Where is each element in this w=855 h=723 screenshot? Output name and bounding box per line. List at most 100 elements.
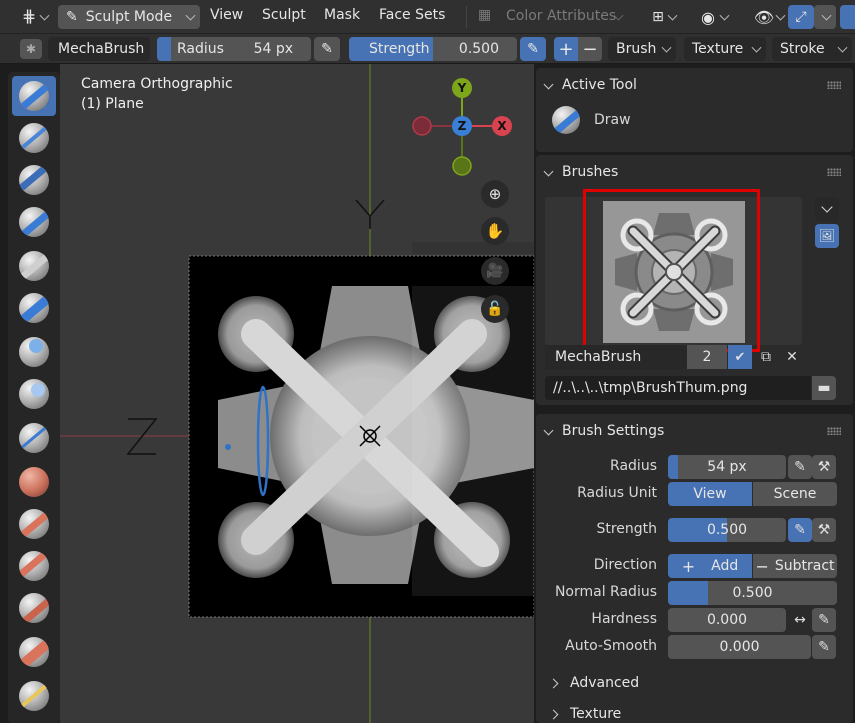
tool-multiplane-scrape[interactable]: [12, 632, 56, 672]
tool-clay-strips[interactable]: [12, 202, 56, 242]
radius-field[interactable]: 54 px: [668, 455, 786, 479]
duplicate-brush-button[interactable]: ⧉: [754, 345, 778, 369]
drag-handle-icon[interactable]: [827, 427, 841, 435]
tool-scrape[interactable]: [12, 588, 56, 628]
direction-subtract-label: Subtract: [774, 558, 835, 574]
3d-viewport[interactable]: Camera Orthographic (1) Plane Y Z X ⊕ ✋ …: [60, 64, 534, 723]
brush-settings-title[interactable]: Brush Settings: [562, 423, 664, 439]
radius-unit-scene[interactable]: Scene: [753, 482, 837, 506]
pen-pressure-icon: ✎: [818, 612, 830, 628]
collapse-chevron-icon[interactable]: [543, 425, 554, 436]
advanced-subpanel[interactable]: Advanced: [546, 672, 836, 696]
direction-subtract[interactable]: − Subtract: [753, 554, 837, 578]
direction-subtract-button[interactable]: −: [578, 37, 602, 61]
brush-name-field[interactable]: MechaBrush: [48, 37, 150, 61]
normal-radius-value: 0.500: [732, 585, 773, 601]
gizmo-y-label: Y: [457, 81, 467, 95]
gizmo-z-label: Z: [457, 119, 467, 133]
browse-file-button[interactable]: ▬: [812, 376, 836, 400]
brush-users-count[interactable]: 2: [687, 345, 727, 369]
strength-pressure-button[interactable]: ✎: [520, 37, 546, 61]
radius-label: Radius: [177, 41, 224, 57]
users-count-text: 2: [702, 349, 712, 365]
tool-layer[interactable]: [12, 288, 56, 328]
gizmo-z-axis[interactable]: Z: [452, 116, 472, 136]
auto-smooth-pressure-button[interactable]: ✎: [812, 635, 836, 659]
texture-subpanel[interactable]: Texture: [546, 703, 836, 723]
camera-view-button[interactable]: 🎥: [481, 257, 509, 285]
tool-crease[interactable]: [12, 418, 56, 458]
pan-button[interactable]: ✋: [481, 217, 509, 245]
unlink-brush-button[interactable]: ✕: [780, 345, 804, 369]
auto-smooth-field[interactable]: 0.000: [668, 635, 811, 659]
tool-properties-panel: Active Tool Draw Brushes 🖼 MechaBrush 2 …: [534, 64, 855, 723]
radius-slider[interactable]: Radius 54 px: [157, 37, 311, 61]
shading-button[interactable]: ◉: [684, 5, 732, 29]
camera-icon: 🎥: [486, 263, 504, 279]
brush-preview-thumb[interactable]: ✱: [20, 39, 42, 59]
brushes-title[interactable]: Brushes: [562, 164, 618, 180]
menu-mask[interactable]: Mask: [324, 7, 360, 23]
tool-draw[interactable]: [12, 76, 56, 116]
hardness-pressure-button[interactable]: ✎: [812, 608, 836, 632]
direction-add[interactable]: + Add: [668, 554, 752, 578]
menu-face-sets[interactable]: Face Sets: [379, 7, 445, 23]
radius-unit-view[interactable]: View: [668, 482, 752, 506]
texture-menu[interactable]: Texture: [684, 37, 766, 61]
drag-handle-icon[interactable]: [827, 168, 841, 176]
view-name-overlay: Camera Orthographic (1) Plane: [81, 76, 233, 112]
brush-image-button[interactable]: 🖼: [815, 224, 839, 248]
gizmo-y-axis[interactable]: Y: [452, 78, 472, 98]
editor-type-button[interactable]: ⋕: [6, 5, 52, 29]
gizmo-dropdown[interactable]: [814, 5, 836, 29]
tool-draw-sharp[interactable]: [12, 118, 56, 158]
hardness-field[interactable]: 0.000: [668, 608, 786, 632]
brush-menu[interactable]: Brush: [608, 37, 676, 61]
color-attributes-dropdown[interactable]: ▦ Color Attributes: [478, 5, 628, 29]
lock-camera-button[interactable]: 🔓: [481, 295, 509, 323]
brush-name-text: MechaBrush: [555, 349, 642, 365]
tool-clay[interactable]: [12, 160, 56, 200]
stroke-menu[interactable]: Stroke: [772, 37, 852, 61]
fake-user-button[interactable]: ✔: [728, 345, 752, 369]
radius-pressure-button[interactable]: ✎: [314, 37, 340, 61]
radius-pressure-button[interactable]: ✎: [788, 455, 812, 479]
tool-inflate[interactable]: [12, 332, 56, 372]
symmetry-button[interactable]: ⊞: [638, 5, 678, 29]
menu-sculpt[interactable]: Sculpt: [262, 7, 306, 23]
tool-smooth[interactable]: [12, 462, 56, 502]
strength-unified-button[interactable]: ⚒: [812, 518, 836, 542]
strength-field[interactable]: 0.500: [668, 518, 786, 542]
clay-strips-icon: [19, 207, 49, 237]
brush-list-toggle[interactable]: [815, 197, 839, 221]
tool-blob[interactable]: [12, 374, 56, 414]
color-attributes-label: Color Attributes: [506, 8, 617, 24]
strength-pressure-button[interactable]: ✎: [788, 518, 812, 542]
collapse-chevron-icon[interactable]: [543, 166, 554, 177]
normal-radius-field[interactable]: 0.500: [668, 581, 837, 605]
zoom-button[interactable]: ⊕: [481, 180, 509, 208]
direction-add-button[interactable]: +: [554, 37, 578, 61]
hardness-invert-button[interactable]: ↔: [788, 608, 812, 632]
brush-name-field[interactable]: MechaBrush: [545, 345, 687, 369]
brush-image-path-field[interactable]: //..\..\..\tmp\BrushThum.png: [545, 376, 811, 400]
overlay-toggle-button[interactable]: [840, 5, 855, 29]
radius-unified-button[interactable]: ⚒: [812, 455, 836, 479]
active-tool-title[interactable]: Active Tool: [562, 77, 637, 93]
tool-clay-thumb[interactable]: [12, 246, 56, 286]
menu-view[interactable]: View: [210, 7, 243, 23]
tool-flatten[interactable]: [12, 504, 56, 544]
gizmo-toggle-button[interactable]: ⤢: [788, 5, 814, 29]
brush-preview-area[interactable]: [545, 189, 802, 352]
tool-pinch[interactable]: [12, 676, 56, 716]
pen-pressure-icon: ✎: [794, 459, 806, 475]
visibility-button[interactable]: 👁: [742, 5, 786, 29]
gizmo-x-axis[interactable]: X: [492, 116, 512, 136]
strength-slider[interactable]: Strength 0.500: [349, 37, 517, 61]
collapse-chevron-icon[interactable]: [543, 79, 554, 90]
crease-icon: [19, 423, 49, 453]
minus-icon: −: [582, 38, 598, 60]
drag-handle-icon[interactable]: [827, 81, 841, 89]
tool-fill[interactable]: [12, 546, 56, 586]
mode-selector[interactable]: ✎ Sculpt Mode: [58, 5, 200, 29]
